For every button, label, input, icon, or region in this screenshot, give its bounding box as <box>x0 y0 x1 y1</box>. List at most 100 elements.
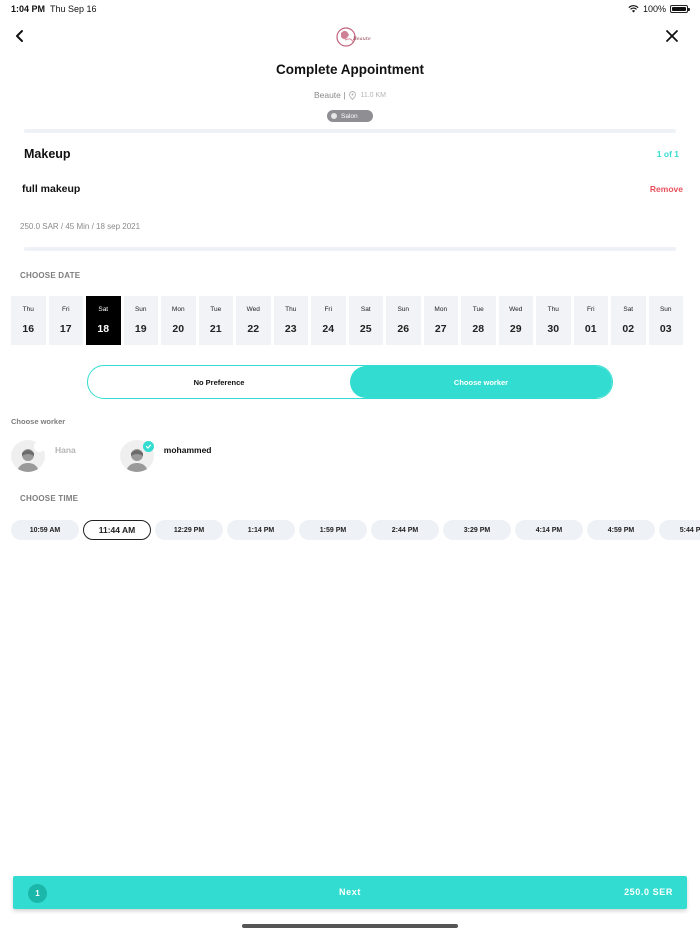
date-item[interactable]: Fri 17 <box>48 296 83 345</box>
date-weekday: Sun <box>397 306 410 313</box>
time-slot[interactable]: 1:14 PM <box>227 520 295 540</box>
date-weekday: Fri <box>586 306 595 313</box>
date-weekday: Wed <box>509 306 523 313</box>
date-item[interactable]: Mon 20 <box>161 296 196 345</box>
choose-time-label: CHOOSE TIME <box>20 494 79 503</box>
no-preference-option[interactable]: No Preference <box>88 366 350 398</box>
date-item[interactable]: Sat 02 <box>611 296 646 345</box>
date-day: 29 <box>509 323 522 335</box>
date-item[interactable]: Wed 22 <box>236 296 271 345</box>
wifi-icon <box>628 5 639 13</box>
date-day: 28 <box>472 323 485 335</box>
date-day: 03 <box>659 323 672 335</box>
worker-list: Hana mohammed <box>11 440 212 472</box>
location-pin-icon <box>349 90 357 100</box>
salon-name: Beaute | <box>313 90 346 100</box>
date-day: 19 <box>134 323 147 335</box>
service-name: full makeup <box>22 183 81 195</box>
date-weekday: Tue <box>472 306 484 313</box>
date-item[interactable]: Thu 16 <box>11 296 46 345</box>
total-price: 250.0 SER <box>624 887 673 897</box>
date-weekday: Sat <box>623 306 634 313</box>
date-item[interactable]: Sun 26 <box>386 296 421 345</box>
avatar-wrap <box>119 440 154 472</box>
home-indicator <box>242 924 458 928</box>
salon-distance: 11.0 KM <box>360 91 387 99</box>
date-item[interactable]: Tue 21 <box>198 296 233 345</box>
date-item[interactable]: Sun 19 <box>123 296 158 345</box>
date-weekday: Sun <box>659 306 672 313</box>
date-day: 17 <box>59 323 72 335</box>
check-icon <box>142 441 154 452</box>
choose-worker-label: Choose worker <box>11 417 66 426</box>
time-slot[interactable]: 3:29 PM <box>443 520 511 540</box>
salon-tag-label: Salon <box>341 112 358 120</box>
date-item[interactable]: Sat 25 <box>348 296 383 345</box>
worker-name: Hana <box>55 445 76 455</box>
date-day: 01 <box>584 323 597 335</box>
logo-text: Beaute <box>352 36 371 42</box>
time-slot[interactable]: 4:59 PM <box>587 520 655 540</box>
time-slot[interactable]: 1:59 PM <box>299 520 367 540</box>
status-bar: 1:04 PM Thu Sep 16 100% <box>0 0 700 18</box>
service-category: Makeup <box>24 147 71 161</box>
avatar-wrap <box>11 440 45 472</box>
date-item[interactable]: Thu 30 <box>536 296 571 345</box>
brand-logo: Beaute <box>336 27 371 47</box>
worker-preference-toggle: No Preference Choose worker <box>87 365 613 399</box>
time-slot[interactable]: 11:44 AM <box>83 520 151 540</box>
divider <box>24 247 676 251</box>
date-weekday: Mon <box>171 306 185 313</box>
date-item[interactable]: Fri 01 <box>573 296 608 345</box>
date-day: 26 <box>397 323 410 335</box>
time-slot[interactable]: 10:59 AM <box>11 520 79 540</box>
date-item[interactable]: Fri 24 <box>311 296 346 345</box>
status-indicators: 100% <box>628 4 690 14</box>
date-weekday: Fri <box>61 306 70 313</box>
date-item[interactable]: Thu 23 <box>273 296 308 345</box>
date-item[interactable]: Mon 27 <box>423 296 458 345</box>
date-weekday: Sat <box>98 306 109 313</box>
date-day: 20 <box>172 323 185 335</box>
date-weekday: Wed <box>246 306 260 313</box>
date-item[interactable]: Wed 29 <box>498 296 533 345</box>
worker-item[interactable]: Hana <box>11 440 76 472</box>
chevron-left-icon[interactable] <box>12 26 28 46</box>
date-day: 23 <box>284 323 297 335</box>
check-icon <box>34 441 45 452</box>
battery-icon <box>670 5 690 13</box>
worker-name: mohammed <box>163 445 212 455</box>
choose-worker-option[interactable]: Choose worker <box>350 366 612 398</box>
date-item[interactable]: Sat 18 <box>86 296 121 345</box>
status-date: Thu Sep 16 <box>50 4 97 14</box>
battery-fill <box>672 7 686 11</box>
divider <box>24 129 676 133</box>
remove-service-link[interactable]: Remove <box>650 184 683 194</box>
date-weekday: Thu <box>547 306 559 313</box>
date-day: 30 <box>547 323 560 335</box>
service-count: 1 of 1 <box>656 149 679 159</box>
date-weekday: Tue <box>210 306 222 313</box>
time-slot[interactable]: 12:29 PM <box>155 520 223 540</box>
date-day: 16 <box>22 323 35 335</box>
worker-item[interactable]: mohammed <box>119 440 212 472</box>
next-button-label[interactable]: Next <box>13 887 687 897</box>
date-day: 22 <box>247 323 260 335</box>
status-time: 1:04 PM <box>11 4 46 14</box>
date-day: 02 <box>622 323 635 335</box>
date-picker: Thu 16 Fri 17 Sat 18 Sun 19 Mon 20 Tue 21 Wed 22 Thu 23… <box>11 296 700 345</box>
time-slot[interactable]: 4:14 PM <box>515 520 583 540</box>
salon-tag: Salon <box>327 110 373 122</box>
salon-tag-icon <box>331 113 337 119</box>
date-item[interactable]: Sun 03 <box>648 296 683 345</box>
date-weekday: Fri <box>324 306 333 313</box>
date-item[interactable]: Tue 28 <box>461 296 496 345</box>
time-picker: 10:59 AM 11:44 AM 12:29 PM 1:14 PM 1:59 PM 2:… <box>11 520 700 540</box>
time-slot[interactable]: 5:44 PM <box>659 520 700 540</box>
time-slot[interactable]: 2:44 PM <box>371 520 439 540</box>
date-weekday: Sat <box>360 306 371 313</box>
next-bar[interactable]: 1 Next 250.0 SER <box>13 876 687 909</box>
close-icon[interactable] <box>664 28 680 44</box>
battery-percent: 100% <box>642 4 666 14</box>
nav-bar: Beaute <box>0 22 700 52</box>
